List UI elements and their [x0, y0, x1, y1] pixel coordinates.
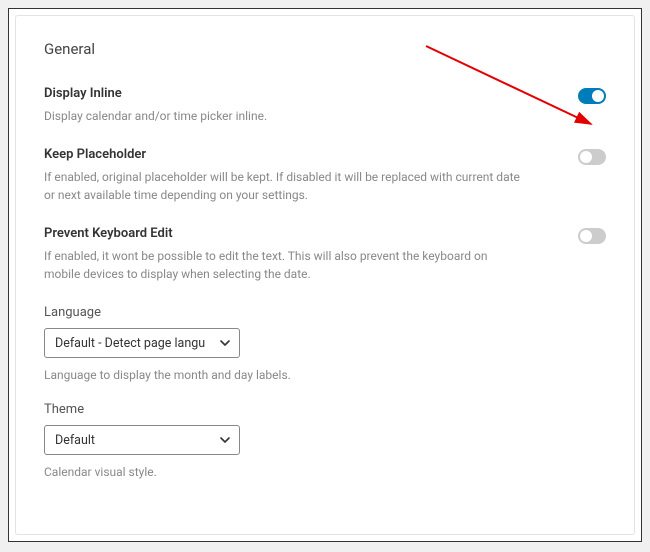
prevent-keyboard-edit-toggle[interactable] [578, 228, 606, 244]
display-inline-label: Display Inline [44, 86, 267, 101]
chevron-down-icon [219, 337, 231, 349]
language-label: Language [44, 305, 606, 320]
language-select[interactable]: Default - Detect page langu [44, 328, 240, 358]
theme-label: Theme [44, 402, 606, 417]
keep-placeholder-desc: If enabled, original placeholder will be… [44, 168, 524, 204]
display-inline-toggle[interactable] [578, 88, 606, 104]
chevron-down-icon [219, 434, 231, 446]
display-inline-desc: Display calendar and/or time picker inli… [44, 107, 267, 125]
prevent-keyboard-edit-desc: If enabled, it wont be possible to edit … [44, 247, 524, 283]
language-desc: Language to display the month and day la… [44, 366, 524, 384]
theme-select-value: Default [55, 433, 95, 448]
keep-placeholder-toggle[interactable] [578, 149, 606, 165]
general-settings-panel: General Display Inline Display calendar … [15, 15, 635, 535]
prevent-keyboard-edit-label: Prevent Keyboard Edit [44, 226, 524, 241]
theme-desc: Calendar visual style. [44, 463, 524, 481]
language-select-value: Default - Detect page langu [55, 336, 205, 351]
panel-title: General [44, 40, 606, 58]
keep-placeholder-label: Keep Placeholder [44, 147, 524, 162]
theme-select[interactable]: Default [44, 425, 240, 455]
